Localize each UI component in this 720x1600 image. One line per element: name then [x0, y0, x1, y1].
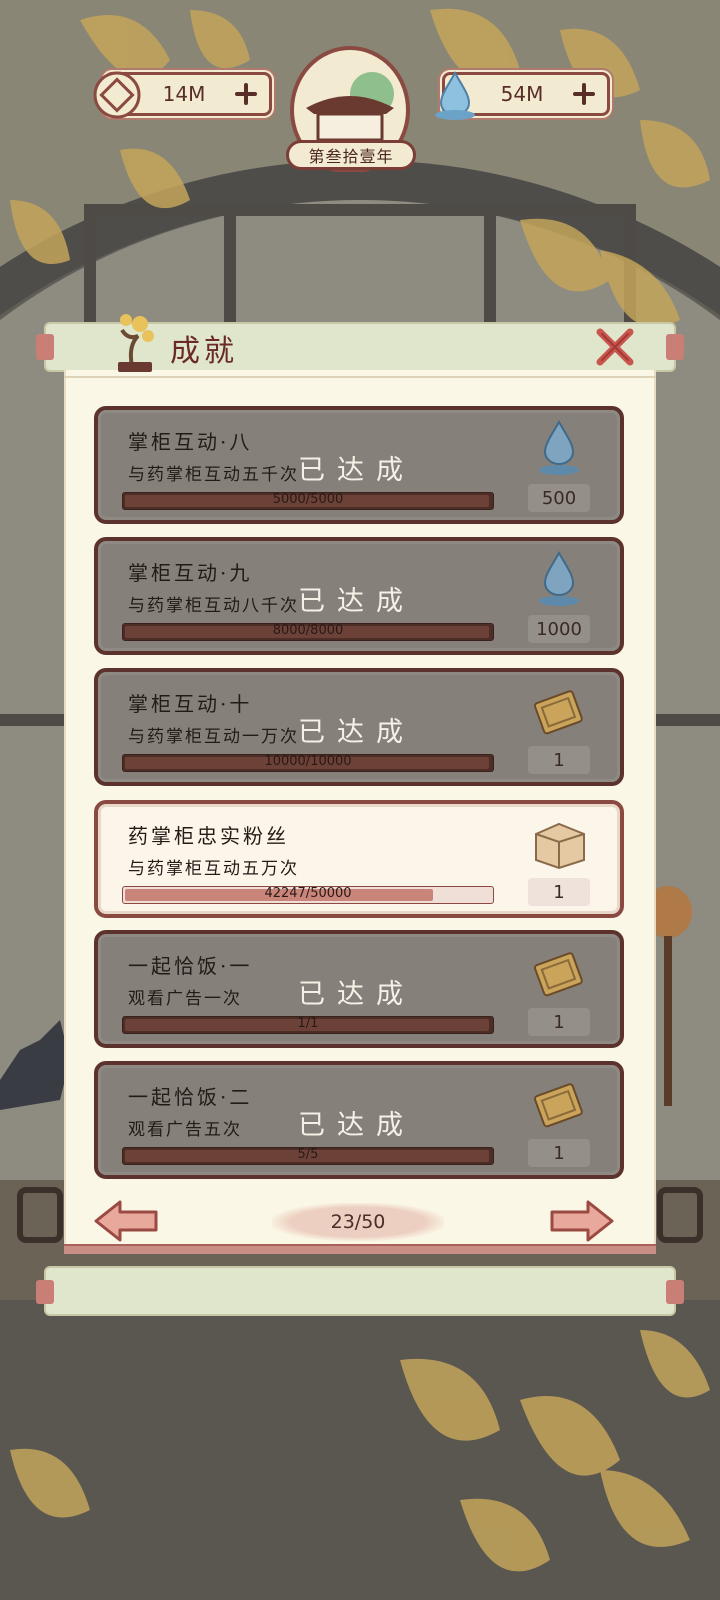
panel-bottom-border	[64, 1244, 656, 1254]
reward-amount: 1	[528, 1008, 590, 1036]
achievement-card: 一起恰饭·一观看广告一次 1/1 1 已达成	[94, 930, 624, 1048]
completed-status-label: 已达成	[298, 1110, 415, 1141]
arrow-right-icon[interactable]	[548, 1198, 616, 1244]
progress-bar: 5000/5000	[122, 492, 494, 510]
reward-amount: 1	[528, 878, 590, 906]
progress-text: 10000/10000	[264, 754, 352, 769]
progress-text: 5000/5000	[272, 492, 344, 507]
arrow-left-icon[interactable]	[92, 1198, 160, 1244]
year-label: 第叁拾壹年	[286, 140, 416, 170]
completed-status-label: 已达成	[298, 455, 415, 486]
water-currency-bar: 54M	[435, 70, 610, 120]
progress-text: 5/5	[297, 1147, 319, 1162]
achievement-description: 与药掌柜互动五千次	[128, 465, 299, 485]
progress-bar: 5/5	[122, 1147, 494, 1165]
coin-currency-bar: 14M	[93, 71, 272, 119]
close-x-icon[interactable]	[594, 326, 636, 368]
achievement-description: 与药掌柜互动五万次	[128, 859, 299, 879]
achievement-description: 与药掌柜互动八千次	[128, 596, 299, 616]
achievement-card: 掌柜互动·八与药掌柜互动五千次 5000/5000 500 已达成	[94, 406, 624, 524]
coin-icon	[93, 71, 141, 119]
water-add-button[interactable]	[569, 79, 599, 109]
reward-amount: 1	[528, 1139, 590, 1167]
reward-amount: 1000	[528, 615, 590, 643]
water-drop-icon	[526, 549, 592, 611]
achievement-card: 一起恰饭·二观看广告五次 5/5 1 已达成	[94, 1061, 624, 1179]
achievement-name: 一起恰饭·二	[128, 1085, 253, 1109]
reward-amount: 1	[528, 746, 590, 774]
bonsai-icon	[118, 314, 154, 372]
achievement-description: 观看广告一次	[128, 989, 242, 1009]
achievement-card[interactable]: 药掌柜忠实粉丝与药掌柜互动五万次 42247/50000 1	[94, 800, 624, 918]
scroll-bottom-roller	[36, 1266, 684, 1316]
achievement-description: 与药掌柜互动一万次	[128, 727, 299, 747]
achievement-name: 一起恰饭·一	[128, 954, 253, 978]
progress-bar: 42247/50000	[122, 886, 494, 904]
progress-text: 8000/8000	[272, 623, 344, 638]
panel-title: 成就	[170, 334, 238, 369]
achievement-name: 掌柜互动·八	[128, 430, 253, 454]
achievement-name: 掌柜互动·九	[128, 561, 253, 585]
completed-status-label: 已达成	[298, 717, 415, 748]
progress-text: 42247/50000	[264, 886, 352, 901]
chest-icon	[526, 812, 592, 874]
water-drop-icon	[526, 418, 592, 480]
completed-status-label: 已达成	[298, 979, 415, 1010]
header-divider	[64, 376, 656, 378]
ticket-icon	[526, 680, 592, 742]
completed-status-label: 已达成	[298, 586, 415, 617]
water-drop-icon	[435, 70, 475, 120]
progress-bar: 8000/8000	[122, 623, 494, 641]
progress-bar: 1/1	[122, 1016, 494, 1034]
ticket-icon	[526, 1073, 592, 1135]
achievement-card: 掌柜互动·十与药掌柜互动一万次 10000/10000 1 已达成	[94, 668, 624, 786]
achievement-name: 掌柜互动·十	[128, 692, 253, 716]
progress-bar: 10000/10000	[122, 754, 494, 772]
progress-text: 1/1	[297, 1016, 319, 1031]
coin-add-button[interactable]	[231, 79, 261, 109]
achievement-name: 药掌柜忠实粉丝	[128, 824, 289, 848]
achievement-description: 观看广告五次	[128, 1120, 242, 1140]
ticket-icon	[526, 942, 592, 1004]
achievement-card: 掌柜互动·九与药掌柜互动八千次 8000/8000 1000 已达成	[94, 537, 624, 655]
page-indicator: 23/50	[272, 1203, 444, 1241]
reward-amount: 500	[528, 484, 590, 512]
